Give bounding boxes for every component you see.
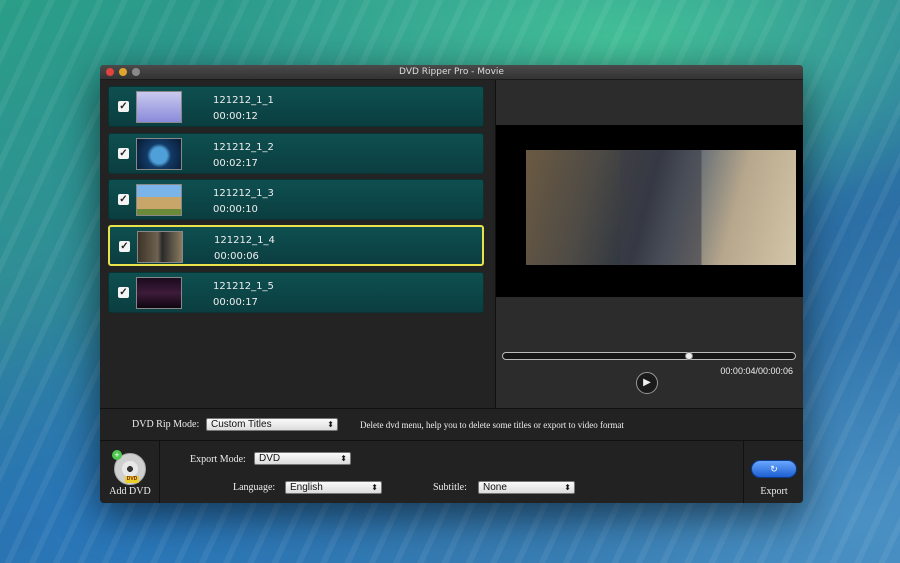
- play-button[interactable]: ▶: [636, 372, 658, 394]
- add-dvd-label: Add DVD: [109, 486, 151, 497]
- rip-mode-select[interactable]: Custom Titles ⬍: [206, 418, 338, 431]
- title-thumbnail: [136, 91, 182, 123]
- title-bar: DVD Ripper Pro - Movie: [100, 65, 803, 80]
- title-duration: 00:00:17: [213, 297, 258, 308]
- export-label: Export: [760, 486, 788, 497]
- video-frame: [526, 150, 796, 265]
- title-name: 121212_1_4: [214, 235, 275, 246]
- dvd-badge: DVD: [125, 476, 139, 483]
- language-value: English: [290, 482, 323, 493]
- export-mode-value: DVD: [259, 453, 281, 464]
- playback-time: 00:00:04/00:00:06: [720, 366, 793, 376]
- title-checkbox[interactable]: ✓: [119, 241, 130, 252]
- app-window: DVD Ripper Pro - Movie ✓ 121212_1_1 00:0…: [100, 65, 803, 503]
- select-arrow-icon: ⬍: [340, 454, 347, 463]
- add-dvd-button[interactable]: + DVD Add DVD: [100, 441, 160, 503]
- plus-icon: +: [112, 450, 122, 460]
- export-mode-label: Export Mode:: [190, 454, 246, 465]
- rip-mode-value: Custom Titles: [211, 419, 272, 430]
- title-name: 121212_1_3: [213, 188, 274, 199]
- title-duration: 00:00:12: [213, 111, 258, 122]
- title-list: ✓ 121212_1_1 00:00:12 ✓ 121212_1_2 00:02…: [100, 80, 494, 408]
- rip-mode-label: DVD Rip Mode:: [132, 419, 200, 430]
- title-checkbox[interactable]: ✓: [118, 287, 129, 298]
- select-arrow-icon: ⬍: [327, 420, 334, 429]
- language-select[interactable]: English ⬍: [285, 481, 382, 494]
- title-item-4[interactable]: ✓ 121212_1_4 00:00:06: [108, 225, 484, 266]
- export-area: ↻ Export: [743, 441, 803, 503]
- title-thumbnail: [137, 231, 183, 263]
- title-thumbnail: [136, 277, 182, 309]
- playback-slider-knob[interactable]: [684, 352, 693, 360]
- language-label: Language:: [233, 482, 276, 493]
- title-name: 121212_1_5: [213, 281, 274, 292]
- preview-panel: 00:00:04/00:00:06 ▶: [495, 80, 803, 408]
- title-thumbnail: [136, 184, 182, 216]
- subtitle-select[interactable]: None ⬍: [478, 481, 575, 494]
- dvd-disc-icon: + DVD: [112, 450, 146, 485]
- playback-slider[interactable]: [502, 352, 796, 360]
- rip-mode-hint: Delete dvd menu, help you to delete some…: [360, 420, 624, 430]
- title-name: 121212_1_1: [213, 95, 274, 106]
- subtitle-label: Subtitle:: [433, 482, 467, 493]
- title-item-5[interactable]: ✓ 121212_1_5 00:00:17: [108, 272, 484, 313]
- title-checkbox[interactable]: ✓: [118, 194, 129, 205]
- title-item-2[interactable]: ✓ 121212_1_2 00:02:17: [108, 133, 484, 174]
- rip-mode-bar: DVD Rip Mode: Custom Titles ⬍ Delete dvd…: [100, 408, 803, 441]
- select-arrow-icon: ⬍: [564, 483, 571, 492]
- title-duration: 00:00:06: [214, 251, 259, 262]
- title-item-1[interactable]: ✓ 121212_1_1 00:00:12: [108, 86, 484, 127]
- title-duration: 00:00:10: [213, 204, 258, 215]
- title-checkbox[interactable]: ✓: [118, 101, 129, 112]
- window-title: DVD Ripper Pro - Movie: [399, 67, 504, 77]
- title-thumbnail: [136, 138, 182, 170]
- export-settings: + DVD Add DVD Export Mode: DVD ⬍ Languag…: [100, 441, 803, 503]
- export-button[interactable]: ↻: [751, 460, 797, 478]
- title-item-3[interactable]: ✓ 121212_1_3 00:00:10: [108, 179, 484, 220]
- video-preview: [496, 125, 803, 297]
- select-arrow-icon: ⬍: [371, 483, 378, 492]
- export-mode-select[interactable]: DVD ⬍: [254, 452, 351, 465]
- subtitle-value: None: [483, 482, 507, 493]
- title-duration: 00:02:17: [213, 158, 258, 169]
- title-checkbox[interactable]: ✓: [118, 148, 129, 159]
- title-name: 121212_1_2: [213, 142, 274, 153]
